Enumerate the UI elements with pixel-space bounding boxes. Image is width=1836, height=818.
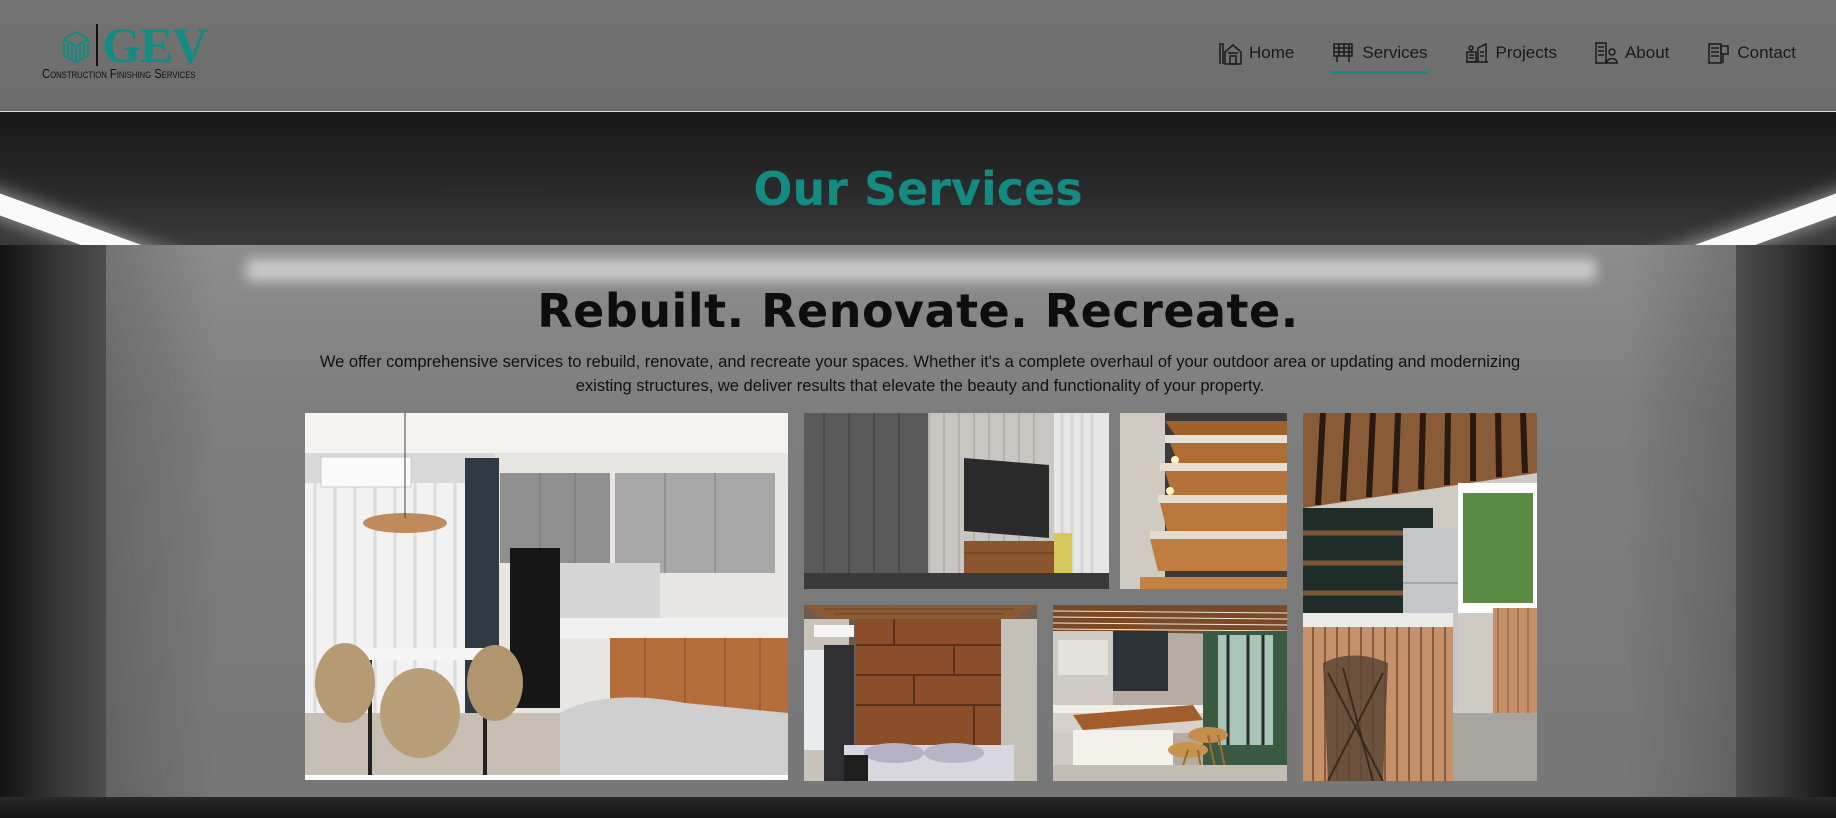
house-icon (1219, 43, 1242, 65)
gallery-photo-living-room[interactable] (804, 413, 1109, 589)
nav-contact[interactable]: Contact (1705, 38, 1796, 68)
gallery-photo-kitchen-bar[interactable] (1053, 605, 1287, 781)
staircase-image (1120, 413, 1287, 589)
site-header: GEV Construction Finishing Services Home… (0, 0, 1836, 112)
nav-home-label: Home (1249, 43, 1295, 62)
nav-about[interactable]: About (1593, 38, 1669, 68)
panel-light-glow (246, 259, 1596, 281)
nav-services-label: Services (1362, 43, 1428, 62)
about-icon (1595, 42, 1618, 64)
floor (0, 797, 1836, 818)
gallery-photo-bedroom[interactable] (804, 605, 1037, 781)
nav-home[interactable]: Home (1217, 38, 1294, 68)
contact-icon (1708, 43, 1730, 64)
logo-divider (96, 24, 98, 66)
nav-about-label: About (1624, 43, 1670, 62)
logo-wordmark: GEV (102, 17, 208, 73)
nav-projects-label: Projects (1495, 43, 1557, 62)
gallery-photo-staircase[interactable] (1120, 413, 1287, 589)
projects-icon (1465, 42, 1488, 63)
services-headline: Rebuilt. Renovate. Recreate. (537, 284, 1299, 338)
gallery-photo-kitchen-dining[interactable] (305, 413, 788, 780)
nav-contact-label: Contact (1737, 43, 1796, 62)
main-nav: Home Services Projects About Contact (1181, 38, 1796, 74)
logo-tagline: Construction Finishing Services (42, 66, 196, 81)
nav-services[interactable]: Services (1330, 38, 1428, 74)
kitchen-dining-image (305, 413, 788, 780)
cube-logo-icon (63, 30, 89, 64)
services-icon (1333, 43, 1354, 62)
site-logo[interactable]: GEV Construction Finishing Services (42, 18, 242, 84)
section-title: Our Services (753, 162, 1083, 216)
living-room-image (804, 413, 1109, 589)
kitchen-bar-image (1053, 605, 1287, 781)
nav-projects[interactable]: Projects (1464, 38, 1557, 68)
bedroom-image (804, 605, 1037, 781)
kitchen-island-image (1303, 413, 1537, 781)
gallery-photo-kitchen-island[interactable] (1303, 413, 1537, 781)
services-description: We offer comprehensive services to rebui… (319, 353, 1521, 395)
